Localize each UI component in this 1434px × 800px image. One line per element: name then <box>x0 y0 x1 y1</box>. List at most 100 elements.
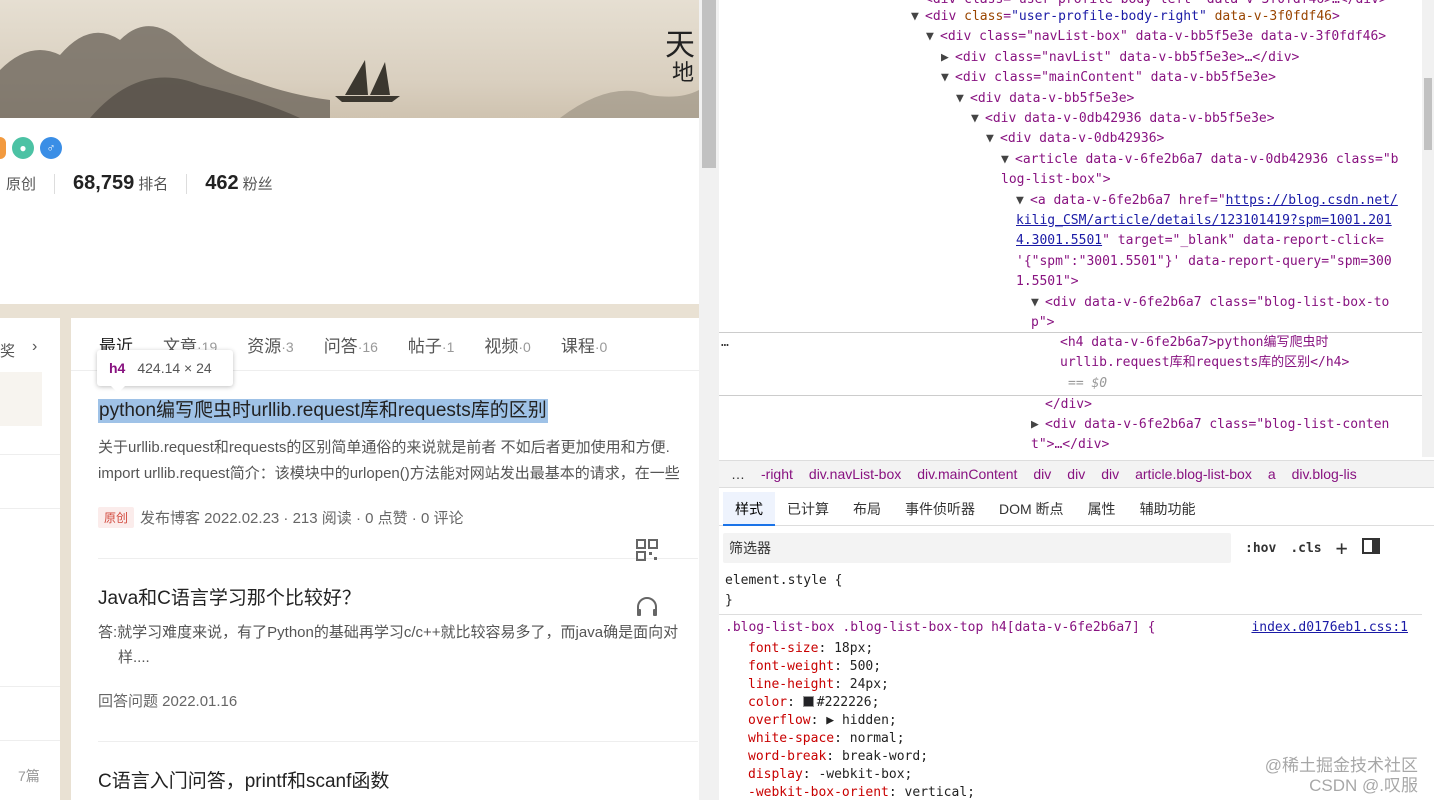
dom-node[interactable]: ▶ <div data-v-6fe2b6a7 class="blog-list-c… <box>1031 415 1389 435</box>
dom-node[interactable]: ▼ <a data-v-6fe2b6a7 href="https://blog.c… <box>1016 191 1398 211</box>
dom-node-continued[interactable]: log-list-box"> <box>1001 170 1111 190</box>
dom-node[interactable]: ▼ <div class="user-profile-body-right" da… <box>911 7 1340 27</box>
dom-node[interactable]: ▼ <div data-v-0db42936> <box>986 129 1164 149</box>
tab-courses[interactable]: 课程·0 <box>561 332 607 357</box>
dom-node[interactable]: ▼ <div class="mainContent" data-v-bb5f5e3… <box>941 68 1276 88</box>
tab-videos[interactable]: 视频·0 <box>484 332 530 357</box>
styles-filter-input[interactable]: 筛选器 <box>723 533 1231 563</box>
breadcrumb-item[interactable]: div <box>1101 466 1119 482</box>
css-source-link[interactable]: index.d0176eb1.css:1 <box>1251 619 1408 637</box>
selected-node-open[interactable]: <h4 data-v-6fe2b6a7>python编写爬虫时 <box>1060 333 1329 353</box>
qrcode-icon[interactable] <box>633 536 661 564</box>
breadcrumb-item[interactable]: -right <box>761 466 793 482</box>
sidebar-item-label[interactable]: 奖 <box>0 340 15 361</box>
svg-text:地: 地 <box>672 61 694 86</box>
dom-node-continued[interactable]: 4.3001.5501" target="_blank" data-report… <box>1016 231 1384 251</box>
stat-fans-label: 粉丝 <box>242 176 273 193</box>
selected-node-close[interactable]: urllib.request库和requests库的区别</h4> <box>1060 353 1349 373</box>
sidebar-divider <box>0 740 60 741</box>
article-title-text[interactable]: python编写爬虫时urllib.request库和requests库的区别 <box>98 399 548 423</box>
article-meta: 原创 发布博客 2022.02.23 · 213 阅读 · 0 点赞 · 0 评… <box>98 507 698 528</box>
tab-qa[interactable]: 问答·16 <box>324 332 378 357</box>
breadcrumb-item[interactable]: article.blog-list-box <box>1135 466 1252 482</box>
stat-rank-label: 排名 <box>138 176 169 193</box>
article-description[interactable]: 关于urllib.request和requests的区别简单通俗的来说就是前者 … <box>98 436 698 460</box>
expand-triangle-icon[interactable]: ▶ <box>826 713 842 728</box>
css-declaration[interactable]: line-height: 24px; <box>748 676 889 694</box>
tooltip-size: 424.14 × 24 <box>137 360 212 376</box>
rule-close: } <box>725 593 733 608</box>
content-panel: 最近 文章·19 资源·3 问答·16 帖子·1 视频·0 课程·0 <box>71 318 699 800</box>
sidebar-divider <box>0 454 60 455</box>
gender-badge-icon[interactable]: ♂ <box>40 137 62 159</box>
chevron-right-icon[interactable]: › <box>32 338 37 356</box>
stat-fans-value: 462 <box>205 172 239 194</box>
partial-badge-icon <box>0 137 6 159</box>
tab-computed[interactable]: 已计算 <box>775 492 841 526</box>
css-declaration[interactable]: color: #222226; <box>748 694 879 712</box>
dom-node[interactable]: ▼ <article data-v-6fe2b6a7 data-v-0db4293… <box>1001 150 1399 170</box>
article-meta-text: 回答问题 2022.01.16 <box>98 693 238 710</box>
css-declaration[interactable]: word-break: break-word; <box>748 748 928 766</box>
article-title[interactable]: C语言入门问答，printf和scanf函数 <box>98 770 698 794</box>
breadcrumb-item[interactable]: div.navList-box <box>809 466 901 482</box>
article-title[interactable]: python编写爬虫时urllib.request库和requests库的区别 <box>98 399 698 423</box>
breadcrumb-item[interactable]: div.blog-lis <box>1292 466 1357 482</box>
group-badge-icon[interactable]: ● <box>12 137 34 159</box>
breadcrumb-more[interactable]: … <box>731 466 745 482</box>
dom-scrollbar[interactable] <box>1422 0 1434 457</box>
css-declaration[interactable]: overflow: ▶ hidden; <box>748 712 897 730</box>
tab-event-listeners[interactable]: 事件侦听器 <box>893 492 987 526</box>
css-declaration[interactable]: white-space: normal; <box>748 730 905 748</box>
toggle-sidebar-icon[interactable] <box>1361 538 1380 558</box>
css-declaration[interactable]: font-weight: 500; <box>748 658 881 676</box>
stat-divider <box>186 173 188 194</box>
add-rule-icon[interactable]: + <box>1336 536 1348 560</box>
dom-node-link[interactable]: kilig_CSM/article/details/123101419?spm=… <box>1016 211 1392 231</box>
css-declaration[interactable]: display: -webkit-box; <box>748 766 912 784</box>
svg-text:天: 天 <box>665 28 695 63</box>
tab-styles[interactable]: 样式 <box>723 491 775 526</box>
dom-node[interactable]: ▼ <div data-v-0db42936 data-v-bb5f5e3e> <box>971 109 1275 129</box>
tab-resources[interactable]: 资源·3 <box>247 332 293 357</box>
article-description[interactable]: 答:就学习难度来说，有了Python的基础再学习c/c++就比较容易多了，而ja… <box>98 621 698 645</box>
scrollbar-thumb[interactable] <box>1424 78 1432 150</box>
dom-node-continued[interactable]: 1.5501"> <box>1016 272 1079 292</box>
dom-node[interactable]: ▶ <div class="navList" data-v-bb5f5e3e>…<… <box>941 48 1299 68</box>
breadcrumb-item[interactable]: div <box>1033 466 1051 482</box>
tab-posts[interactable]: 帖子·1 <box>408 332 454 357</box>
article-description[interactable]: import urllib.request简介：该模块中的urlopen()方法… <box>98 462 698 486</box>
dom-node[interactable]: ▼ <div data-v-6fe2b6a7 class="blog-list-b… <box>1031 293 1389 313</box>
dom-node[interactable]: ▼ <div class="navList-box" data-v-bb5f5e3… <box>926 27 1386 47</box>
selected-dom-node[interactable]: … <h4 data-v-6fe2b6a7>python编写爬虫时 urllib… <box>719 332 1422 396</box>
color-swatch-icon[interactable] <box>802 696 814 707</box>
breadcrumb-item[interactable]: a <box>1268 466 1276 482</box>
css-declaration[interactable]: font-size: 18px; <box>748 640 873 658</box>
breadcrumb-item[interactable]: div.mainContent <box>917 466 1017 482</box>
dom-node[interactable]: </div> <box>1045 395 1092 415</box>
tab-layout[interactable]: 布局 <box>841 492 893 526</box>
hov-toggle[interactable]: :hov <box>1245 541 1276 556</box>
tab-accessibility[interactable]: 辅助功能 <box>1128 492 1208 526</box>
tab-properties[interactable]: 属性 <box>1076 492 1128 526</box>
tab-dom-breakpoints[interactable]: DOM 断点 <box>987 492 1076 526</box>
more-actions-icon[interactable]: … <box>721 333 729 353</box>
customer-service-icon[interactable] <box>633 594 661 622</box>
stat-divider <box>54 173 56 194</box>
article-description[interactable]: 样.... <box>118 646 699 670</box>
dom-node[interactable]: ▼ <div data-v-bb5f5e3e> <box>956 89 1134 109</box>
dom-tree: <div class="user-profile-body-left" data… <box>719 0 1422 457</box>
dom-node-continued[interactable]: p"> <box>1031 313 1054 333</box>
dom-node-continued[interactable]: '{"spm":"3001.5501"}' data-report-query=… <box>1016 252 1392 272</box>
article-title[interactable]: Java和C语言学习那个比较好？ <box>98 587 698 611</box>
profile-panel <box>0 118 699 304</box>
breadcrumb-item[interactable]: div <box>1067 466 1085 482</box>
dom-node-continued[interactable]: t">…</div> <box>1031 435 1109 455</box>
css-declaration[interactable]: -webkit-box-orient: vertical; <box>748 784 975 800</box>
cls-toggle[interactable]: .cls <box>1290 541 1321 556</box>
page-scrollbar[interactable] <box>699 0 719 800</box>
badge-row: ● ♂ <box>0 137 62 159</box>
css-selector[interactable]: .blog-list-box .blog-list-box-top h4[dat… <box>725 619 1155 637</box>
element-style-rule[interactable]: element.style { <box>725 572 842 590</box>
scrollbar-thumb[interactable] <box>702 0 716 168</box>
